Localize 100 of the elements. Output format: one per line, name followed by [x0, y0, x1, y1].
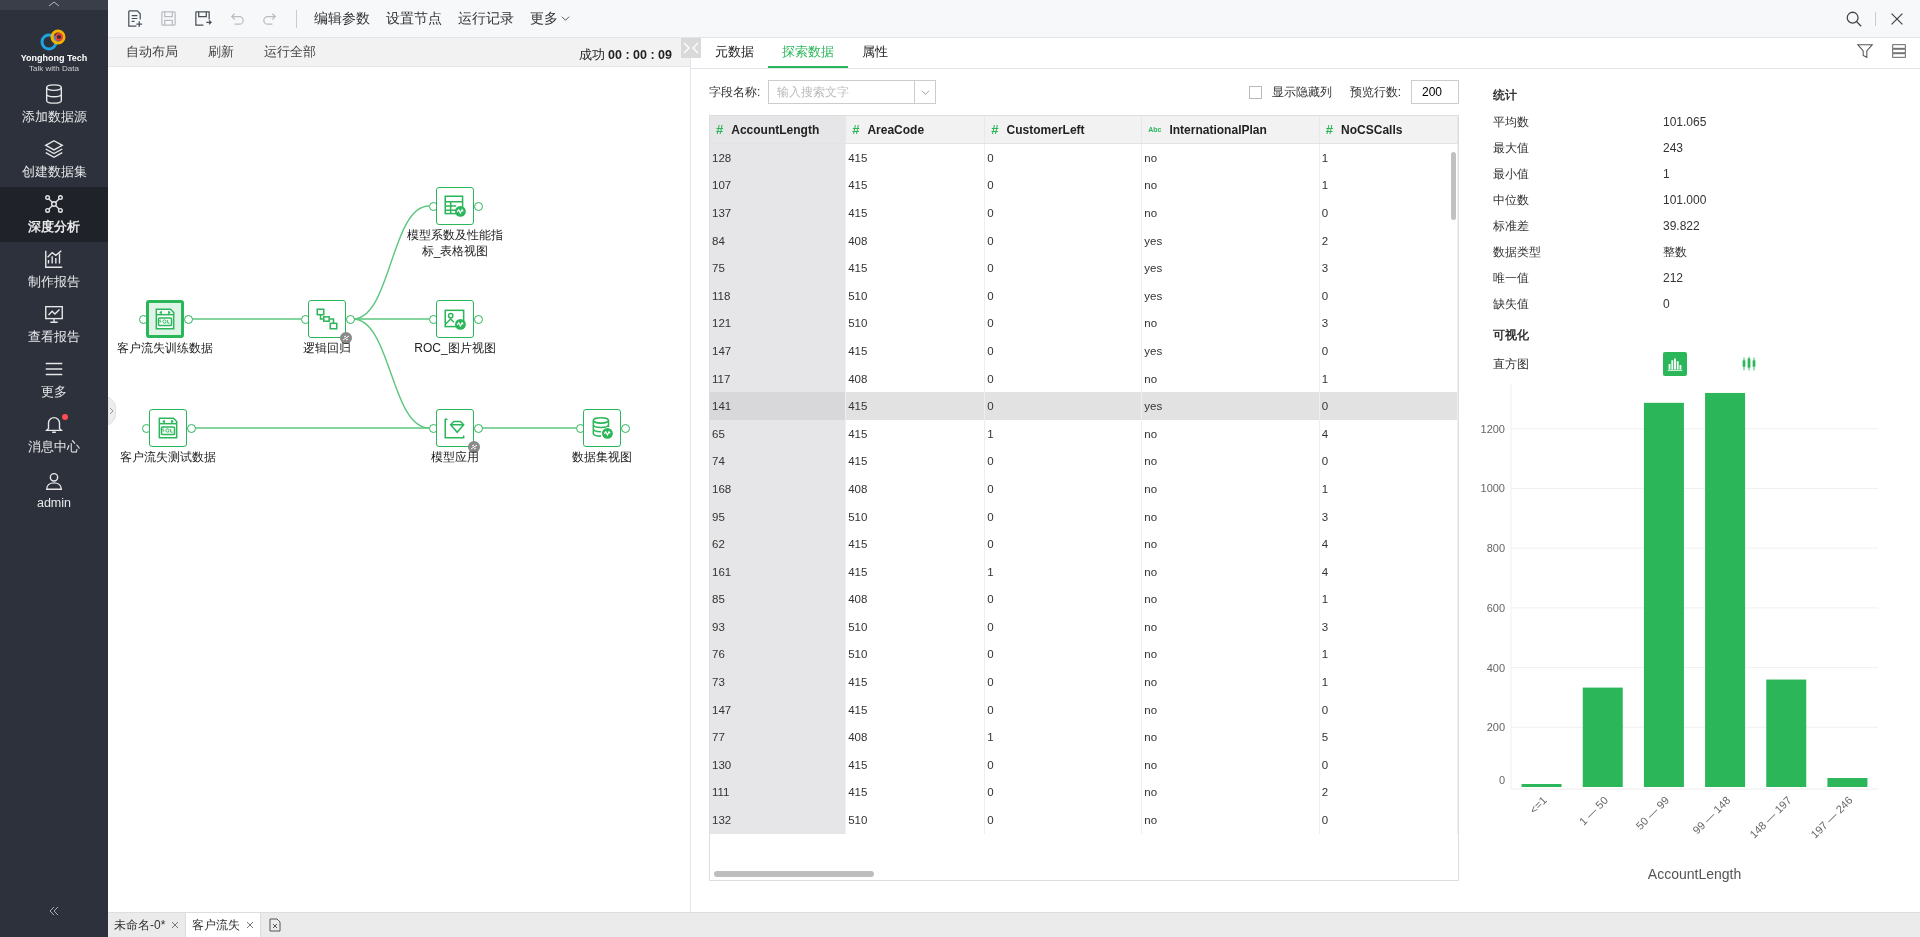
list-icon[interactable]: [1890, 42, 1908, 60]
table-cell: yes: [1144, 344, 1163, 357]
y-tick-label: 200: [1486, 721, 1505, 734]
table-cell: 3: [1321, 317, 1329, 330]
sidebar-item[interactable]: 深度分析: [0, 187, 108, 242]
toolbar-action[interactable]: 刷新: [208, 43, 234, 61]
table-cell: 0: [987, 510, 994, 523]
flow-node[interactable]: [583, 409, 621, 447]
table-cell: no: [1144, 538, 1158, 551]
table-cell: 0: [987, 400, 994, 413]
scrollbar[interactable]: [1451, 152, 1456, 220]
table-cell: 168: [712, 482, 732, 495]
close-icon[interactable]: [246, 921, 255, 929]
table-cell: no: [1144, 786, 1158, 799]
y-tick-label: 600: [1486, 601, 1505, 614]
preview-rows-label: 预览行数:: [1349, 83, 1401, 101]
table-cell: 510: [848, 289, 868, 302]
tab[interactable]: 属性: [848, 44, 902, 68]
table-cell: 0: [987, 317, 994, 330]
stat-value: 212: [1663, 271, 1684, 285]
table-cell: yes: [1144, 234, 1163, 247]
sidebar-item[interactable]: 创建数据集: [0, 132, 108, 187]
flow-node[interactable]: [146, 300, 184, 338]
section-title: 可视化: [1493, 327, 1530, 344]
stat-label: 数据类型: [1493, 243, 1542, 261]
table-cell: 415: [848, 400, 868, 413]
table-cell: no: [1144, 455, 1158, 468]
table-cell: 118: [712, 289, 731, 302]
table-cell: 408: [848, 482, 868, 495]
table-cell: no: [1144, 676, 1158, 689]
column-header[interactable]: # CustomerLeft: [985, 116, 1143, 143]
table-cell: 415: [848, 455, 868, 468]
table-cell: 93: [712, 620, 725, 633]
menu-item[interactable]: 运行记录: [453, 9, 519, 28]
sidebar-item[interactable]: 查看报告: [0, 297, 108, 352]
preview-rows-field[interactable]: 200: [1411, 80, 1459, 104]
document-tab[interactable]: 未命名-0*: [114, 916, 166, 934]
stat-value: 101.000: [1663, 193, 1707, 207]
stat-label: 平均数: [1493, 113, 1530, 131]
table-cell: 408: [848, 234, 868, 247]
collapse-icon[interactable]: [48, 905, 60, 917]
stat-value: 整数: [1663, 243, 1687, 261]
flow-node[interactable]: [149, 409, 187, 447]
column-header[interactable]: # AreaCode: [846, 116, 986, 143]
menu-item[interactable]: 更多: [525, 9, 575, 28]
table-cell: 161: [712, 565, 732, 578]
table-cell: 0: [987, 703, 994, 716]
sidebar-item[interactable]: 制作报告: [0, 242, 108, 297]
table-cell: 0: [987, 179, 994, 192]
histogram-icon[interactable]: [1663, 352, 1687, 376]
search-icon[interactable]: [1845, 9, 1863, 28]
table-cell: 0: [987, 593, 994, 606]
dropdown-button[interactable]: [914, 80, 937, 104]
table-cell: 0: [987, 262, 994, 275]
table-cell: 4: [1321, 427, 1329, 440]
y-tick-label: 800: [1486, 542, 1505, 555]
column-header[interactable]: # NoCSCalls: [1319, 116, 1458, 143]
toolbar-action[interactable]: 自动布局: [126, 43, 178, 61]
table-cell: 408: [848, 731, 868, 744]
table-cell: 5: [1321, 731, 1329, 744]
stat-label: 最小值: [1493, 165, 1530, 183]
tab[interactable]: 元数据: [701, 44, 768, 68]
collapse-up-icon[interactable]: [48, 0, 60, 8]
search-field[interactable]: 输入搜索文字: [768, 80, 915, 104]
sidebar-item[interactable]: 添加数据源: [0, 77, 108, 132]
table-cell: 0: [987, 372, 994, 385]
new-tab-icon[interactable]: [267, 917, 284, 933]
table-cell: no: [1144, 758, 1158, 771]
stat-value: 101.065: [1663, 115, 1707, 129]
flow-node[interactable]: [308, 300, 346, 338]
table-cell: 3: [1321, 620, 1329, 633]
sidebar-item[interactable]: 消息中心: [0, 407, 108, 462]
sidebar-item[interactable]: admin: [0, 462, 108, 517]
expand-handle-icon[interactable]: [108, 397, 116, 425]
table-cell: 510: [848, 317, 868, 330]
close-icon[interactable]: [171, 921, 180, 929]
panel-toggle-icon[interactable]: [681, 38, 701, 58]
flow-node[interactable]: [436, 300, 474, 338]
stat-label: 中位数: [1493, 191, 1530, 209]
table-cell: 415: [848, 344, 868, 357]
table-cell: no: [1144, 731, 1158, 744]
table-cell: 510: [848, 510, 868, 523]
table-cell: 415: [848, 703, 868, 716]
stat-value: 39.822: [1663, 219, 1700, 233]
flow-node[interactable]: [436, 187, 474, 225]
menu-item[interactable]: 编辑参数: [309, 9, 375, 28]
field-label: 字段名称:: [709, 83, 761, 101]
table-cell: no: [1144, 427, 1158, 440]
filter-icon[interactable]: [1856, 42, 1874, 60]
checkbox[interactable]: [1248, 85, 1262, 99]
scrollbar[interactable]: [714, 871, 874, 877]
menu-item[interactable]: 设置节点: [381, 9, 447, 28]
y-tick-label: 0: [1498, 774, 1505, 786]
table-cell: 77: [712, 731, 725, 744]
column-header[interactable]: # AccountLength: [710, 116, 847, 143]
x-tick-label: 148 — 197: [1747, 793, 1794, 841]
sidebar-item[interactable]: 更多: [0, 352, 108, 407]
flow-node[interactable]: [436, 409, 474, 447]
table-cell: 75: [712, 262, 725, 275]
toolbar-action[interactable]: 运行全部: [264, 43, 316, 61]
